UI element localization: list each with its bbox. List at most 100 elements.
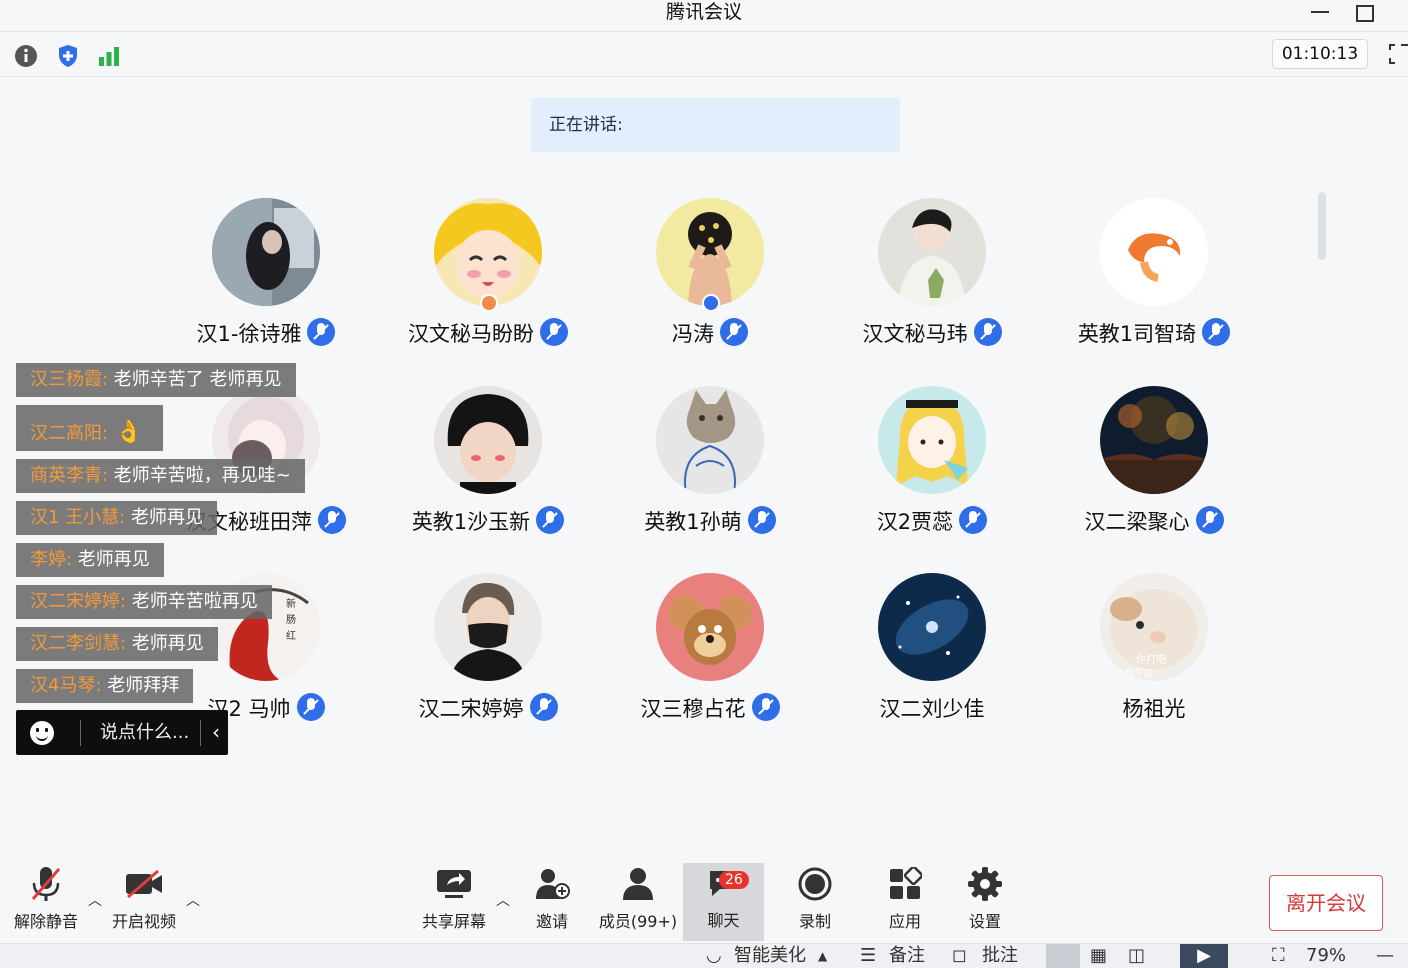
chat-message: 汉1 王小慧: 老师再见 <box>16 501 217 535</box>
participant-tile[interactable]: 汉二刘少佳 <box>821 573 1043 743</box>
zoom-level[interactable]: 79% <box>1306 944 1346 968</box>
chat-input-placeholder[interactable]: 说点什么... <box>100 710 189 755</box>
participant-tile[interactable]: 汉1-徐诗雅 <box>155 198 377 368</box>
share-screen-button[interactable]: 共享屏幕 <box>418 864 490 940</box>
participant-name: 汉文秘马玮 <box>862 322 968 346</box>
audio-options-chevron-icon[interactable]: ︿ <box>88 890 104 909</box>
apps-grid-icon <box>880 864 930 904</box>
invite-button[interactable]: 邀请 <box>524 864 580 940</box>
unmute-label: 解除静音 <box>13 912 78 931</box>
participant-name: 英教1沙玉新 <box>411 510 531 534</box>
participant-tile[interactable]: 英教1沙玉新 <box>377 386 599 556</box>
svg-text:红: 红 <box>286 629 296 642</box>
notes-button[interactable]: 备注 <box>889 944 925 968</box>
members-button[interactable]: 成员(99+) <box>598 864 678 940</box>
layout-grid-icon[interactable]: ▦ <box>1090 944 1107 968</box>
chat-sender: 李婷: <box>30 549 73 570</box>
chat-sender: 商英李青: <box>30 465 109 486</box>
play-icon[interactable]: ▶ <box>1180 944 1228 968</box>
notes-list-icon[interactable]: ☰ <box>860 944 876 968</box>
participant-tile[interactable]: 汉二梁聚心 <box>1043 386 1265 556</box>
chat-sender: 汉4马琴: <box>30 675 102 696</box>
participant-name: 英教1孙萌 <box>644 510 742 534</box>
shrimp-icon <box>1100 198 1208 306</box>
photo-girl-icon <box>212 198 320 306</box>
chat-button[interactable]: 26 聊天 <box>683 863 764 941</box>
mic-muted-icon <box>529 693 558 721</box>
annotate-button[interactable]: 批注 <box>982 944 1018 968</box>
mic-muted-icon <box>536 506 565 534</box>
start-video-button[interactable]: 开启视频 <box>108 864 180 940</box>
mic-muted-icon <box>1202 318 1231 346</box>
leave-meeting-button[interactable]: 离开会议 <box>1269 875 1383 931</box>
hamster-icon: 你打吧 我下次 <box>1100 573 1208 681</box>
layout-book-icon[interactable]: ◫ <box>1128 944 1145 968</box>
participant-tile[interactable]: 英教1司智琦 <box>1043 198 1265 368</box>
fireworks-icon <box>1100 386 1208 494</box>
chat-sender: 汉二高阳: <box>30 423 109 444</box>
alice-icon <box>878 386 986 494</box>
chat-input-bar[interactable]: 说点什么... ‹ <box>16 710 228 755</box>
zoom-out-icon[interactable]: — <box>1376 944 1394 968</box>
participant-tile[interactable]: 冯涛 <box>599 198 821 368</box>
unread-badge: 26 <box>719 871 749 889</box>
participant-name: 汉二梁聚心 <box>1084 510 1190 534</box>
beauty-shield-icon[interactable]: ◡ <box>706 944 722 968</box>
participant-tile[interactable]: 汉文秘马玮 <box>821 198 1043 368</box>
fullscreen-icon[interactable] <box>1388 43 1408 65</box>
mic-muted-icon <box>720 318 748 346</box>
scrollbar[interactable] <box>1318 192 1326 260</box>
mic-muted-icon <box>973 318 1002 346</box>
mic-muted-icon <box>751 693 780 721</box>
share-screen-icon <box>418 864 490 904</box>
chat-message: 商英李青: 老师辛苦啦，再见哇~ <box>16 459 305 493</box>
emoji-icon[interactable] <box>30 721 54 745</box>
settings-button[interactable]: 设置 <box>960 864 1010 940</box>
signal-icon[interactable] <box>95 42 123 70</box>
mic-muted-icon <box>747 506 776 534</box>
fit-screen-icon[interactable]: ⛶ <box>1272 944 1285 968</box>
participant-name: 汉三穆占花 <box>640 697 746 721</box>
info-icon[interactable] <box>12 42 40 70</box>
mic-muted-icon <box>540 318 568 346</box>
chat-text: 老师辛苦啦，再见哇~ <box>108 465 291 486</box>
minimize-button[interactable] <box>1306 2 1334 22</box>
chat-message: 汉三杨霞: 老师辛苦了 老师再见 <box>16 363 296 397</box>
annotate-icon[interactable]: ◻ <box>952 944 967 968</box>
apps-label: 应用 <box>888 912 921 931</box>
share-options-chevron-icon[interactable]: ︿ <box>496 890 512 909</box>
participant-tile[interactable]: 汉2贾蕊 <box>821 386 1043 556</box>
participant-name: 冯涛 <box>672 322 714 346</box>
participant-tile[interactable]: 你打吧 我下次 杨祖光 <box>1043 573 1265 743</box>
divider <box>200 720 201 746</box>
close-button[interactable] <box>1388 2 1408 22</box>
apps-button[interactable]: 应用 <box>880 864 930 940</box>
collapse-chevron-icon[interactable]: ‹ <box>212 722 226 742</box>
svg-text:肠: 肠 <box>286 614 296 626</box>
unmute-button[interactable]: 解除静音 <box>10 864 82 940</box>
invite-label: 邀请 <box>535 912 568 931</box>
beauty-caret-icon[interactable]: ▲ <box>818 944 827 968</box>
participant-name: 英教1司智琦 <box>1077 322 1197 346</box>
participant-tile[interactable]: 汉文秘马盼盼 <box>377 198 599 368</box>
host-tools-strip: ◡ 智能美化 ▲ ☰ 备注 ◻ 批注 ▦ ◫ ▶ ⛶ 79% — <box>0 943 1408 968</box>
participant-tile[interactable]: 汉二宋婷婷 <box>377 573 599 743</box>
layout-single-icon[interactable] <box>1046 944 1080 968</box>
maximize-button[interactable] <box>1350 2 1378 22</box>
participant-tile[interactable]: 汉三穆占花 <box>599 573 821 743</box>
video-options-chevron-icon[interactable]: ︿ <box>186 890 202 909</box>
camera-off-icon <box>108 864 180 904</box>
chat-text: 老师拜拜 <box>101 675 180 696</box>
record-button[interactable]: 录制 <box>790 864 840 940</box>
participant-tile[interactable]: 英教1孙萌 <box>599 386 821 556</box>
meeting-timer: 01:10:13 <box>1272 39 1368 69</box>
svg-text:新: 新 <box>286 597 296 610</box>
chat-text: 老师辛苦啦再见 <box>126 591 258 612</box>
speaking-banner: 正在讲话: <box>531 98 900 152</box>
divider <box>80 720 81 746</box>
mic-muted-icon <box>307 318 336 346</box>
smart-beauty-button[interactable]: 智能美化 <box>734 944 806 968</box>
chat-message: 汉二李剑慧: 老师再见 <box>16 627 218 661</box>
shield-icon[interactable] <box>54 42 82 70</box>
participant-name: 汉二宋婷婷 <box>418 697 524 721</box>
